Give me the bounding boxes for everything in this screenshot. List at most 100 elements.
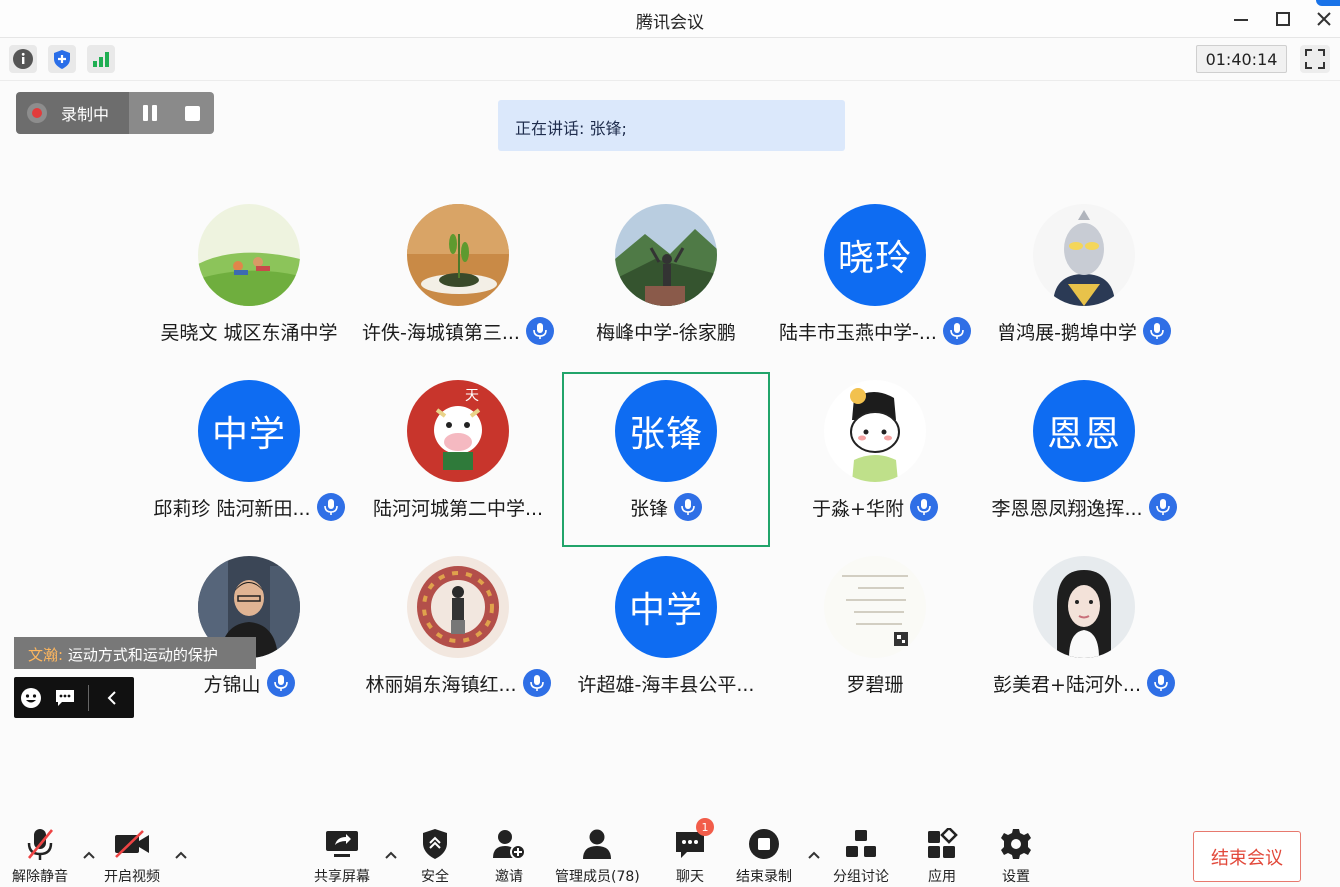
chat-message[interactable]: 文瀚: 运动方式和运动的保护 xyxy=(14,637,256,669)
avatar xyxy=(407,204,509,306)
unmute-button[interactable]: 解除静音 xyxy=(12,826,68,886)
share-options-caret[interactable] xyxy=(383,848,399,862)
avatar xyxy=(824,380,926,482)
window-title: 腾讯会议 xyxy=(636,13,704,33)
chevron-up-icon xyxy=(175,851,187,859)
video-options-caret[interactable] xyxy=(173,848,189,862)
participant-mic-status xyxy=(674,493,702,521)
svg-text:天: 天 xyxy=(465,388,479,404)
fullscreen-icon xyxy=(1305,49,1325,69)
close-button[interactable] xyxy=(1311,6,1337,32)
avatar xyxy=(615,204,717,306)
emoji-button[interactable] xyxy=(14,677,48,718)
chat-bubble-button[interactable] xyxy=(48,677,82,718)
share-label: 共享屏幕 xyxy=(314,869,370,885)
chat-bubble-icon xyxy=(56,689,74,706)
participant-tile[interactable]: 恩恩李恩恩凤翔逸挥... xyxy=(980,372,1188,547)
participant-name: 彭美君+陆河外... xyxy=(992,673,1142,696)
minimize-icon xyxy=(1234,19,1248,21)
stop-record-icon xyxy=(742,826,786,862)
participant-tile[interactable]: 许佚-海城镇第三... xyxy=(354,196,562,371)
participant-mic-status xyxy=(1142,317,1171,345)
unmute-label: 解除静音 xyxy=(12,869,68,885)
chat-unread-badge: 1 xyxy=(696,818,714,836)
participant-name: 李恩恩凤翔逸挥... xyxy=(991,497,1143,520)
avatar: 天 xyxy=(407,380,509,482)
signal-icon xyxy=(93,52,109,67)
participant-mic-status xyxy=(266,669,295,697)
apps-icon xyxy=(920,826,964,862)
minimize-button[interactable] xyxy=(1228,6,1254,32)
participant-mic-status xyxy=(1148,493,1177,521)
avatar: 张锋 xyxy=(615,380,717,482)
security-button[interactable]: 安全 xyxy=(413,826,457,886)
participant-name: 罗碧珊 xyxy=(846,673,904,696)
fullscreen-button[interactable] xyxy=(1300,45,1330,73)
participant-tile[interactable]: 彭美君+陆河外... xyxy=(980,548,1188,723)
security-shield-button[interactable] xyxy=(48,45,76,73)
participant-name: 林丽娟东海镇红... xyxy=(365,673,517,696)
participant-tile-speaking[interactable]: 张锋 张锋 xyxy=(562,372,770,547)
window-accent xyxy=(1316,0,1340,6)
chat-button[interactable]: 1 聊天 xyxy=(668,818,714,886)
close-icon xyxy=(1317,12,1331,26)
end-meeting-button[interactable]: 结束会议 xyxy=(1193,831,1301,882)
avatar: 中学 xyxy=(615,556,717,658)
chat-label: 聊天 xyxy=(676,869,704,885)
avatar xyxy=(198,204,300,306)
participant-name: 许佚-海城镇第三... xyxy=(362,321,520,344)
speaking-banner: 正在讲话: 张锋; xyxy=(498,100,845,151)
participant-name: 梅峰中学-徐家鹏 xyxy=(596,321,736,344)
invite-label: 邀请 xyxy=(495,869,523,885)
avatar: 中学 xyxy=(198,380,300,482)
mic-icon xyxy=(1150,323,1164,339)
invite-button[interactable]: 邀请 xyxy=(487,826,531,886)
apps-button[interactable]: 应用 xyxy=(920,826,964,886)
breakout-rooms-button[interactable]: 分组讨论 xyxy=(833,826,889,886)
invite-icon xyxy=(487,826,531,862)
participant-tile[interactable]: 方锦山 xyxy=(145,548,353,723)
audio-options-caret[interactable] xyxy=(81,848,97,862)
settings-label: 设置 xyxy=(1002,869,1030,885)
title-bar: 腾讯会议 xyxy=(0,0,1340,38)
participant-tile[interactable]: 罗碧珊 xyxy=(771,548,979,723)
record-dot-icon xyxy=(27,103,47,123)
participant-tile[interactable]: 天陆河河城第二中学... xyxy=(354,372,562,547)
participant-tile[interactable]: 梅峰中学-徐家鹏 xyxy=(562,196,770,371)
participant-tile[interactable]: 晓玲 陆丰市玉燕中学-... xyxy=(771,196,979,371)
avatar: 恩恩 xyxy=(1033,380,1135,482)
participant-name: 曾鸿展-鹅埠中学 xyxy=(997,321,1137,344)
emoji-icon xyxy=(21,687,41,708)
mic-icon xyxy=(1154,675,1168,691)
start-video-button[interactable]: 开启视频 xyxy=(104,826,160,886)
manage-members-button[interactable]: 管理成员(78) xyxy=(555,826,640,886)
participant-tile[interactable]: 于淼+华附 xyxy=(771,372,979,547)
participant-tile[interactable]: 吴晓文 城区东涌中学 xyxy=(145,196,353,371)
record-options-caret[interactable] xyxy=(806,848,822,862)
avatar xyxy=(407,556,509,658)
chevron-up-icon xyxy=(385,851,397,859)
participant-name: 邱莉珍 陆河新田... xyxy=(153,497,311,520)
chat-icon: 1 xyxy=(668,818,714,862)
mic-icon xyxy=(681,499,695,515)
participant-tile[interactable]: 林丽娟东海镇红... xyxy=(354,548,562,723)
maximize-button[interactable] xyxy=(1270,6,1296,32)
participant-tile[interactable]: 中学 许超雄-海丰县公平... xyxy=(562,548,770,723)
info-button[interactable] xyxy=(9,45,37,73)
participant-name: 陆河河城第二中学... xyxy=(372,497,544,520)
divider xyxy=(88,684,89,711)
end-recording-label: 结束录制 xyxy=(736,869,792,885)
chat-text: 运动方式和运动的保护 xyxy=(67,646,218,664)
settings-button[interactable]: 设置 xyxy=(994,826,1038,886)
end-recording-button[interactable]: 结束录制 xyxy=(736,826,792,886)
breakout-label: 分组讨论 xyxy=(833,869,889,885)
video-off-icon xyxy=(110,826,154,862)
participant-tile[interactable]: 中学邱莉珍 陆河新田... xyxy=(145,372,353,547)
stop-recording-button[interactable] xyxy=(185,105,200,121)
collapse-chat-button[interactable] xyxy=(95,677,129,718)
pause-recording-button[interactable] xyxy=(143,105,157,121)
share-screen-button[interactable]: 共享屏幕 xyxy=(314,826,370,886)
network-signal-button[interactable] xyxy=(87,45,115,73)
participant-tile[interactable]: 曾鸿展-鹅埠中学 xyxy=(980,196,1188,371)
shield-icon xyxy=(54,50,70,69)
